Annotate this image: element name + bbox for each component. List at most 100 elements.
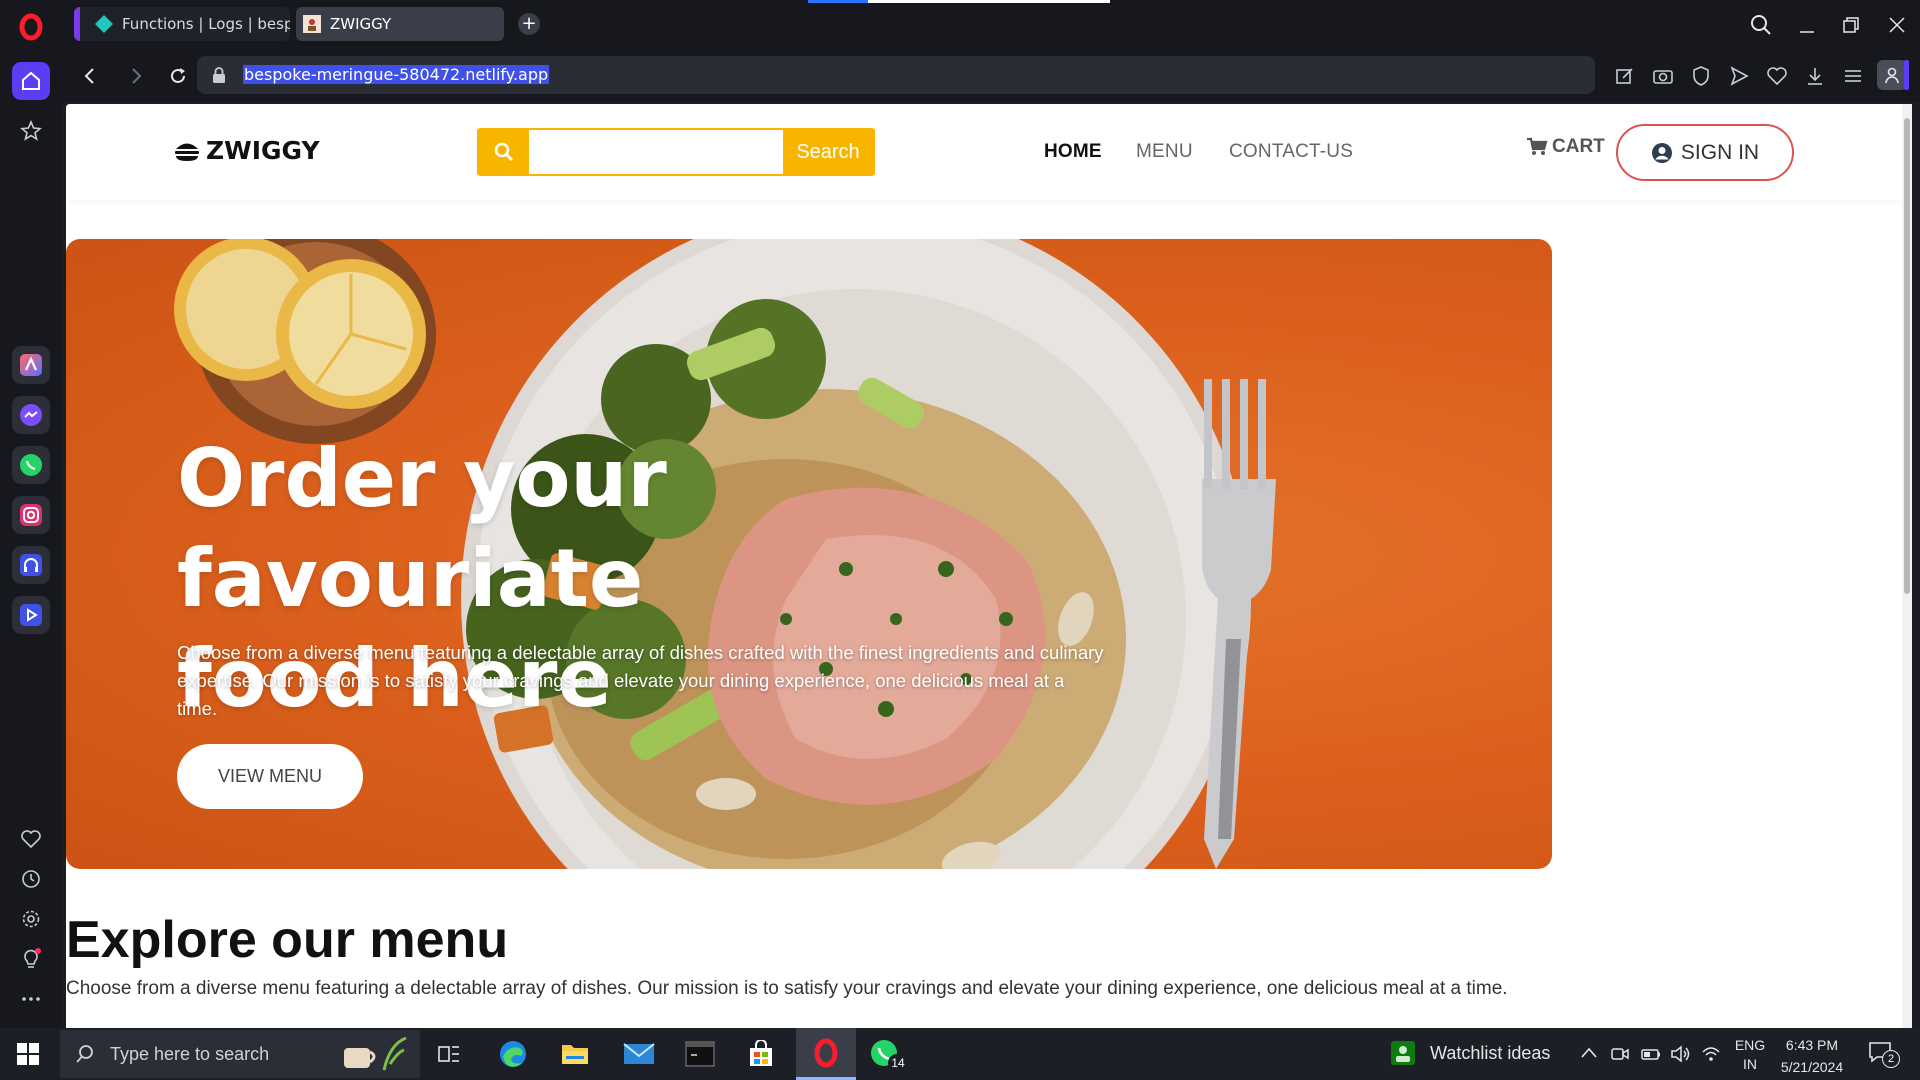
watchlist-label: Watchlist ideas <box>1430 1042 1551 1063</box>
hero-title-line-1: Order your favouriate <box>177 432 667 625</box>
profile-button[interactable] <box>1877 60 1907 90</box>
aria-icon <box>20 354 42 376</box>
sidebar-more-button[interactable] <box>18 986 44 1012</box>
back-icon[interactable] <box>78 64 102 88</box>
tab-loading-indicator-accent <box>808 0 868 3</box>
clock[interactable]: 6:43 PM 5/21/2024 <box>1772 1034 1852 1078</box>
address-bar[interactable]: bespoke-meringue-580472.netlify.app <box>197 56 1595 94</box>
task-view-icon <box>438 1046 459 1062</box>
shield-icon[interactable] <box>1689 64 1713 88</box>
meet-now-icon[interactable] <box>1610 1044 1630 1064</box>
sidebar-bookmarks-button[interactable] <box>18 826 44 852</box>
sidebar-speed-dial-button[interactable] <box>18 118 44 144</box>
clock-time: 6:43 PM <box>1785 1037 1839 1053</box>
taskbar-mail-button[interactable] <box>618 1034 660 1074</box>
taskbar-explorer-button[interactable] <box>554 1034 596 1074</box>
more-dots-icon <box>22 997 40 1001</box>
reload-icon[interactable] <box>166 64 190 88</box>
cart-label: CART <box>1552 136 1605 157</box>
clock-date: 5/21/2024 <box>1780 1059 1844 1075</box>
sidebar-player-button[interactable] <box>12 596 50 634</box>
nav-contact-link[interactable]: CONTACT-US <box>1229 141 1353 163</box>
mail-icon <box>623 1043 655 1064</box>
volume-icon[interactable] <box>1670 1044 1692 1064</box>
tab-zwiggy[interactable]: ZWIGGY <box>296 7 504 41</box>
language-code: ENG <box>1734 1037 1766 1053</box>
view-menu-button[interactable]: VIEW MENU <box>177 744 363 809</box>
taskbar-edge-button[interactable] <box>492 1034 534 1074</box>
restore-icon[interactable] <box>1838 12 1864 38</box>
sidebar-home-button[interactable] <box>12 62 50 100</box>
sidebar-history-button[interactable] <box>18 866 44 892</box>
sidebar-music-button[interactable] <box>12 546 50 584</box>
clock-icon <box>22 870 40 888</box>
heart-icon[interactable] <box>1765 64 1789 88</box>
send-icon[interactable] <box>1727 64 1751 88</box>
new-tab-button[interactable]: + <box>518 13 540 35</box>
page-viewport: ZWIGGY Search HOME MENU CONTACT-US CART … <box>66 104 1912 1028</box>
sidebar-whatsapp-button[interactable] <box>12 446 50 484</box>
sidebar-tips-button[interactable] <box>18 946 44 972</box>
url-text[interactable]: bespoke-meringue-580472.netlify.app <box>243 65 550 84</box>
browser-search-icon[interactable] <box>1748 12 1774 38</box>
easy-setup-icon[interactable] <box>1841 64 1865 88</box>
star-icon <box>20 120 42 141</box>
search-button[interactable]: Search <box>783 130 873 174</box>
taskbar-terminal-button[interactable] <box>679 1034 721 1074</box>
sidebar-toggle-indicator[interactable] <box>1904 60 1909 90</box>
cart-link[interactable]: CART <box>1526 136 1605 158</box>
search-icon <box>494 142 513 161</box>
user-icon <box>1885 67 1899 84</box>
user-circle-icon <box>1651 142 1672 163</box>
chevron-up-icon[interactable] <box>1580 1046 1598 1060</box>
watchlist-stock-icon <box>1391 1041 1415 1065</box>
forward-icon[interactable] <box>124 64 148 88</box>
taskbar-whatsapp-button[interactable]: 14 <box>864 1034 908 1074</box>
taskbar-store-button[interactable] <box>740 1034 782 1074</box>
tab-functions-logs[interactable]: Functions | Logs | bespoke <box>74 7 290 41</box>
lightbulb-icon <box>24 948 41 968</box>
edit-icon[interactable] <box>1613 64 1637 88</box>
brand-logo[interactable]: ZWIGGY <box>174 136 320 165</box>
netlify-favicon-icon <box>95 15 113 33</box>
page-scrollbar[interactable] <box>1902 104 1912 1028</box>
search-input[interactable] <box>529 130 783 174</box>
windows-start-icon[interactable] <box>16 1042 40 1066</box>
play-icon <box>20 604 42 626</box>
home-icon <box>22 71 40 90</box>
brand-name: ZWIGGY <box>206 136 320 165</box>
opera-logo-icon[interactable] <box>14 10 48 44</box>
nav-menu-link[interactable]: MENU <box>1136 141 1193 163</box>
taskbar-search-placeholder: Type here to search <box>110 1043 270 1064</box>
windows-taskbar: Type here to search 14 Watchlist ideas E <box>0 1028 1920 1080</box>
opera-icon <box>814 1038 838 1067</box>
hero-description: Choose from a diverse menu featuring a d… <box>177 642 1104 719</box>
download-icon[interactable] <box>1803 64 1827 88</box>
tab-label: Functions | Logs | bespoke <box>122 15 290 33</box>
minimize-icon[interactable] <box>1794 12 1820 38</box>
scrollbar-thumb[interactable] <box>1904 118 1910 594</box>
close-window-icon[interactable] <box>1884 12 1910 38</box>
lock-icon[interactable] <box>211 66 227 84</box>
sidebar-aria-button[interactable] <box>12 346 50 384</box>
notification-count: 2 <box>1882 1050 1900 1068</box>
whatsapp-icon <box>20 454 42 476</box>
taskbar-opera-button[interactable] <box>796 1028 856 1080</box>
browser-toolbar: bespoke-meringue-580472.netlify.app <box>62 50 1920 102</box>
store-icon <box>750 1040 772 1066</box>
sign-in-button[interactable]: SIGN IN <box>1616 124 1794 181</box>
notification-center-button[interactable]: 2 <box>1868 1040 1902 1070</box>
taskbar-search-box[interactable]: Type here to search <box>60 1030 420 1078</box>
battery-icon[interactable] <box>1640 1044 1662 1064</box>
camera-icon[interactable] <box>1651 64 1675 88</box>
nav-home-link[interactable]: HOME <box>1044 141 1102 163</box>
language-indicator[interactable]: ENG IN <box>1734 1036 1766 1074</box>
wifi-icon[interactable] <box>1700 1044 1722 1064</box>
watchlist-widget[interactable]: Watchlist ideas <box>1390 1040 1550 1066</box>
search-icon <box>76 1045 93 1063</box>
sidebar-settings-button[interactable] <box>18 906 44 932</box>
task-view-button[interactable] <box>428 1034 470 1074</box>
burger-icon <box>175 143 199 161</box>
sidebar-messenger-button[interactable] <box>12 396 50 434</box>
sidebar-instagram-button[interactable] <box>12 496 50 534</box>
